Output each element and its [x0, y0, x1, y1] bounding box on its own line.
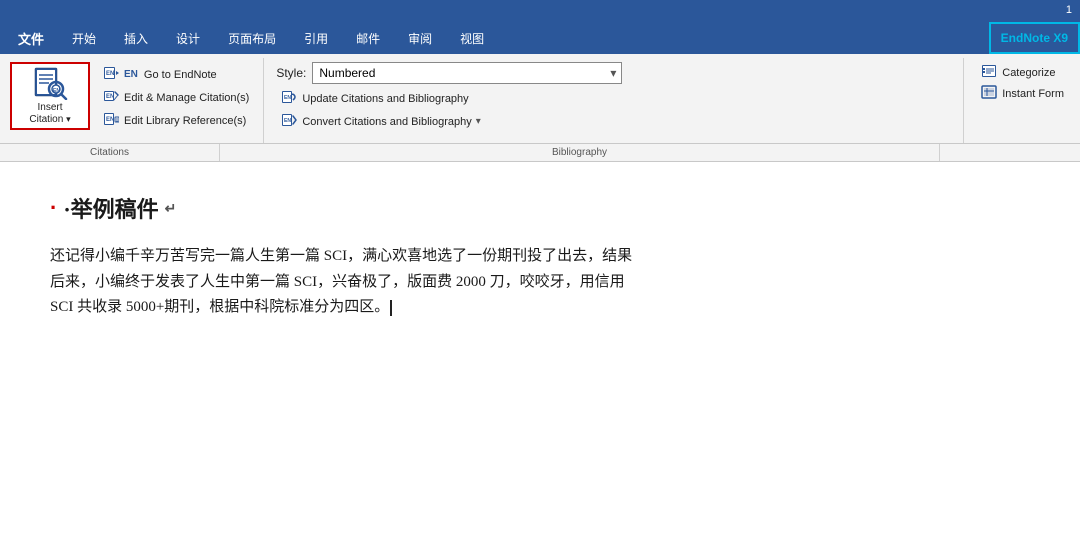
tab-design[interactable]: 设计	[162, 22, 214, 54]
svg-text:EN: EN	[106, 94, 114, 100]
edit-library-reference-button[interactable]: EN Edit Library Reference(s)	[98, 110, 253, 131]
ribbon-groups: Citations Bibliography	[0, 144, 1080, 162]
insert-citation-button[interactable]: EN Insert Citation ▾	[10, 62, 90, 130]
categorize-button[interactable]: Categorize	[976, 62, 1068, 83]
edit-manage-citation-button[interactable]: EN Edit & Manage Citation(s)	[98, 87, 253, 108]
tab-insert[interactable]: 插入	[110, 22, 162, 54]
tab-view[interactable]: 视图	[446, 22, 498, 54]
ribbon-content: EN Insert Citation ▾ EN	[0, 54, 1080, 144]
bibliography-group-label: Bibliography	[220, 144, 940, 161]
tab-endnote[interactable]: EndNote X9	[989, 22, 1080, 54]
svg-text:EN: EN	[106, 117, 114, 123]
paragraph-3: SCI 共收录 5000+期刊，根据中科院标准分为四区。	[50, 295, 1030, 321]
edit-manage-label: Edit & Manage Citation(s)	[124, 92, 249, 104]
style-label: Style:	[276, 66, 306, 80]
convert-citations-label: Convert Citations and Bibliography	[302, 116, 471, 128]
instant-form-icon	[980, 85, 998, 102]
categorize-icon	[980, 64, 998, 81]
tab-layout[interactable]: 页面布局	[214, 22, 290, 54]
heading-bullet: ·	[50, 195, 57, 221]
update-citations-label: Update Citations and Bibliography	[302, 93, 468, 105]
tab-start[interactable]: 开始	[58, 22, 110, 54]
style-row: Style: Numbered	[276, 62, 951, 84]
instant-form-label: Instant Form	[1002, 88, 1064, 100]
tab-bar: 文件 开始 插入 设计 页面布局 引用 邮件 审阅 视图 EndNote X9	[0, 22, 1080, 54]
convert-citations-icon: EN	[280, 113, 298, 130]
dropdown-arrow: ▾	[66, 114, 71, 124]
categorize-section: Categorize Instant Form	[964, 58, 1080, 143]
citation-small-buttons: EN EN Go to EndNote EN	[98, 62, 253, 131]
svg-text:EN: EN	[284, 95, 291, 101]
insert-citation-section: EN Insert Citation ▾ EN	[0, 58, 264, 143]
citations-group-label: Citations	[0, 144, 220, 161]
text-cursor	[390, 300, 392, 316]
paragraph-1: 还记得小编千辛万苦写完一篇人生第一篇 SCI，满心欢喜地选了一份期刊投了出去，结…	[50, 244, 1030, 270]
svg-text:EN: EN	[106, 71, 114, 77]
instant-form-button[interactable]: Instant Form	[976, 83, 1068, 104]
tab-file[interactable]: 文件	[4, 22, 58, 54]
convert-arrow: ▾	[476, 116, 481, 127]
endnote-icon: EN	[102, 66, 120, 83]
document-area: · ·举例稿件 ↵ 还记得小编千辛万苦写完一篇人生第一篇 SCI，满心欢喜地选了…	[0, 162, 1080, 541]
update-citations-icon: EN	[280, 90, 298, 107]
citation-icon: EN	[31, 66, 69, 100]
edit-citation-icon: EN	[102, 89, 120, 106]
document-heading: · ·举例稿件 ↵	[50, 192, 1030, 224]
tab-reference[interactable]: 引用	[290, 22, 342, 54]
title-bar: 1	[0, 0, 1080, 22]
svg-text:EN: EN	[53, 88, 60, 94]
svg-text:EN: EN	[284, 118, 291, 124]
tab-review[interactable]: 审阅	[394, 22, 446, 54]
heading-text: ·举例稿件	[63, 192, 158, 224]
insert-citation-icon-area: EN	[30, 66, 70, 100]
bib-buttons: EN Update Citations and Bibliography EN	[276, 88, 951, 132]
library-icon: EN	[102, 112, 120, 129]
bibliography-section: Style: Numbered EN	[264, 58, 964, 143]
heading-cursor: ↵	[165, 200, 177, 217]
categorize-label: Categorize	[1002, 67, 1055, 79]
categorize-group-placeholder	[940, 144, 1080, 161]
update-citations-button[interactable]: EN Update Citations and Bibliography	[276, 88, 951, 109]
paragraph-3-text: SCI 共收录 5000+期刊，根据中科院标准分为四区。	[50, 299, 389, 315]
style-select[interactable]: Numbered	[312, 62, 622, 84]
go-to-endnote-button[interactable]: EN EN Go to EndNote	[98, 64, 253, 85]
insert-citation-label: Insert Citation ▾	[29, 102, 70, 126]
edit-library-label: Edit Library Reference(s)	[124, 115, 246, 127]
paragraph-2: 后来，小编终于发表了人生中第一篇 SCI，兴奋极了，版面费 2000 刀，咬咬牙…	[50, 270, 1030, 296]
style-select-wrapper: Numbered	[312, 62, 622, 84]
en-label: EN	[124, 69, 138, 80]
tab-mail[interactable]: 邮件	[342, 22, 394, 54]
go-to-endnote-label: Go to EndNote	[144, 69, 217, 81]
convert-citations-button[interactable]: EN Convert Citations and Bibliography ▾	[276, 111, 951, 132]
page-number: 1	[1066, 4, 1072, 16]
